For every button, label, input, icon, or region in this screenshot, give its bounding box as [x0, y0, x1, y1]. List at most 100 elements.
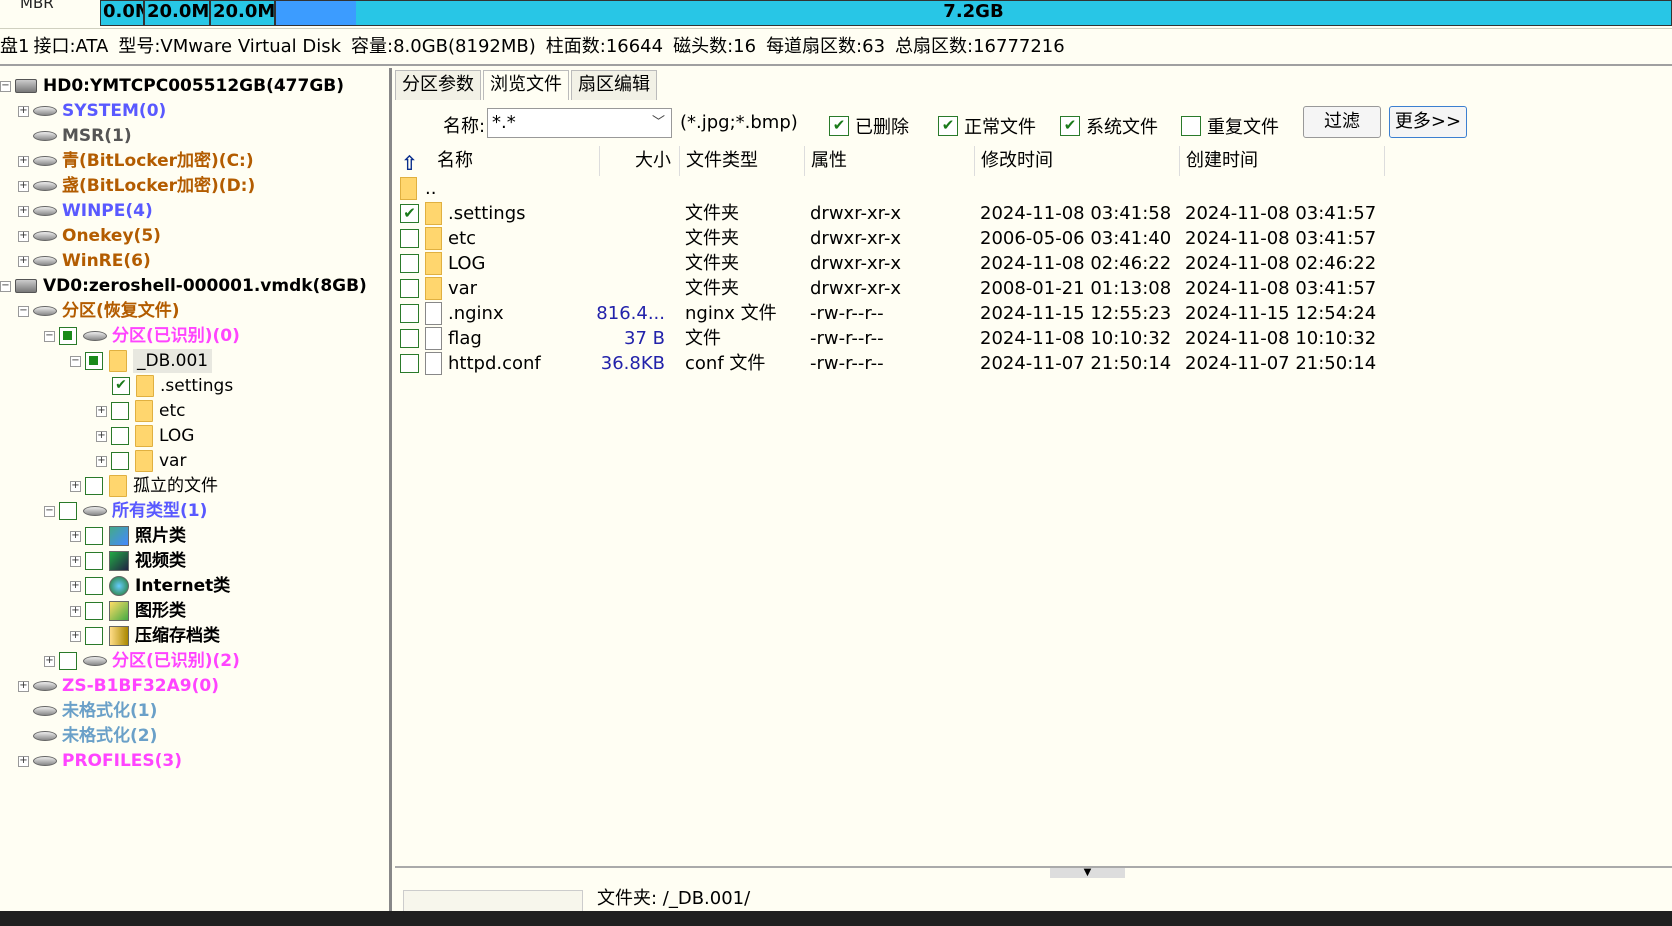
file-checkbox[interactable] — [400, 354, 419, 373]
expand-icon[interactable]: + — [18, 680, 29, 692]
expand-icon[interactable]: + — [96, 405, 107, 417]
expand-icon[interactable]: + — [96, 430, 107, 442]
expand-icon[interactable]: + — [70, 630, 81, 642]
splitter-handle[interactable]: ▼ — [1050, 868, 1125, 878]
expand-icon[interactable]: + — [18, 155, 29, 167]
expand-icon[interactable]: + — [18, 755, 29, 767]
file-row[interactable]: LOG 文件夹 drwxr-xr-x 2024-11-08 02:46:22 2024-… — [395, 251, 1672, 276]
file-row[interactable]: var 文件夹 drwxr-xr-x 2008-01-21 01:13:08 2024-… — [395, 276, 1672, 301]
file-checkbox[interactable] — [400, 329, 419, 348]
tree-hd0[interactable]: − HD0:YMTCPC005512GB(477GB) — [0, 74, 344, 98]
tree-unformatted-2[interactable]: 未格式化(2) — [33, 724, 157, 748]
tree-unformatted-1[interactable]: 未格式化(1) — [33, 699, 157, 723]
col-name[interactable]: 名称 — [435, 146, 600, 176]
expand-icon[interactable]: + — [18, 255, 29, 267]
name-filter-input[interactable]: *.* ﹀ — [487, 108, 672, 138]
expand-icon[interactable]: + — [70, 605, 81, 617]
tree-checkbox[interactable] — [59, 652, 77, 670]
collapse-icon[interactable]: − — [0, 80, 11, 92]
file-checkbox[interactable] — [400, 254, 419, 273]
tree-checkbox[interactable] — [85, 577, 103, 595]
file-checkbox[interactable] — [400, 304, 419, 323]
tree-checkbox[interactable]: ✔ — [112, 377, 130, 395]
tree-checkbox[interactable] — [85, 627, 103, 645]
file-checkbox[interactable] — [400, 279, 419, 298]
expand-icon[interactable]: + — [70, 530, 81, 542]
more-button[interactable]: 更多>> — [1389, 106, 1467, 138]
file-row[interactable]: etc 文件夹 drwxr-xr-x 2006-05-06 03:41:40 2024-… — [395, 226, 1672, 251]
tree-checkbox[interactable] — [111, 402, 129, 420]
tree-part-onekey[interactable]: + Onekey(5) — [18, 224, 161, 248]
file-checkbox[interactable]: ✔ — [400, 204, 419, 223]
file-row[interactable]: .nginx 816.4... nginx 文件 -rw-r--r-- 2024-11-… — [395, 301, 1672, 326]
collapse-icon[interactable]: − — [44, 505, 55, 517]
tree-checkbox[interactable] — [85, 602, 103, 620]
expand-icon[interactable]: + — [44, 655, 55, 667]
tree-part-winpe[interactable]: + WINPE(4) — [18, 199, 153, 223]
tree-checkbox[interactable] — [59, 502, 77, 520]
tree-part-msr[interactable]: MSR(1) — [33, 124, 132, 148]
tree-recognized-2[interactable]: + 分区(已识别)(2) — [44, 649, 240, 673]
tree-checkbox[interactable] — [85, 552, 103, 570]
expand-icon[interactable]: + — [18, 180, 29, 192]
file-row[interactable]: flag 37 B 文件 -rw-r--r-- 2024-11-08 10:10:32 2… — [395, 326, 1672, 351]
tree-part-winre[interactable]: + WinRE(6) — [18, 249, 151, 273]
tree-checkbox[interactable] — [111, 427, 129, 445]
partition-seg-2[interactable]: 20.0MI — [144, 0, 210, 26]
expand-icon[interactable]: + — [70, 555, 81, 567]
parent-dir-row[interactable]: .. — [395, 176, 1672, 201]
tree-type-graphics[interactable]: + 图形类 — [70, 599, 186, 623]
system-files-checkbox[interactable]: ✔ 系统文件 — [1060, 113, 1158, 139]
col-type[interactable]: 文件类型 — [680, 146, 805, 176]
collapse-icon[interactable]: − — [44, 330, 55, 342]
file-row[interactable]: httpd.conf 36.8KB conf 文件 -rw-r--r-- 2024-11… — [395, 351, 1672, 376]
tree-log[interactable]: + LOG — [96, 424, 194, 448]
expand-icon[interactable]: + — [18, 105, 29, 117]
partition-seg-main[interactable]: 7.2GB — [275, 0, 1672, 26]
collapse-icon[interactable]: − — [0, 280, 11, 292]
tree-checkbox[interactable] — [85, 527, 103, 545]
tree-checkbox[interactable] — [85, 477, 103, 495]
col-created[interactable]: 创建时间 — [1180, 146, 1385, 176]
tree-part-c[interactable]: + 青(BitLocker加密)(C:) — [18, 149, 254, 173]
file-checkbox[interactable] — [400, 229, 419, 248]
expand-icon[interactable]: + — [18, 230, 29, 242]
col-size[interactable]: 大小 — [600, 146, 680, 176]
tree-vd0[interactable]: − VD0:zeroshell-000001.vmdk(8GB) — [0, 274, 367, 298]
collapse-icon[interactable]: − — [70, 355, 81, 367]
collapse-icon[interactable]: − — [18, 305, 29, 317]
tab-partition-params[interactable]: 分区参数 — [395, 70, 481, 100]
tree-checkbox[interactable] — [111, 452, 129, 470]
expand-icon[interactable]: + — [18, 205, 29, 217]
deleted-checkbox[interactable]: ✔ 已删除 — [829, 113, 909, 139]
tree-orphan-files[interactable]: + 孤立的文件 — [70, 474, 218, 498]
tree-recover-partition[interactable]: − 分区(恢复文件) — [18, 299, 180, 323]
tree-var[interactable]: + var — [96, 449, 186, 473]
tree-db001[interactable]: − _DB.001 — [70, 349, 213, 373]
tree-type-photo[interactable]: + 照片类 — [70, 524, 186, 548]
expand-icon[interactable]: + — [70, 480, 81, 492]
tree-type-video[interactable]: + 视频类 — [70, 549, 186, 573]
tree-recognized-0[interactable]: − 分区(已识别)(0) — [44, 324, 240, 348]
tree-settings[interactable]: ✔ .settings — [112, 374, 233, 398]
tree-checkbox[interactable] — [85, 352, 103, 370]
tab-browse-files[interactable]: 浏览文件 — [483, 70, 569, 100]
expand-icon[interactable]: + — [70, 580, 81, 592]
file-row[interactable]: ✔ .settings 文件夹 drwxr-xr-x 2024-11-08 03:41:… — [395, 201, 1672, 226]
partition-seg-3[interactable]: 20.0MI — [210, 0, 275, 26]
normal-files-checkbox[interactable]: ✔ 正常文件 — [938, 113, 1036, 139]
up-arrow-icon[interactable]: ⇧ — [401, 148, 418, 178]
duplicate-files-checkbox[interactable]: 重复文件 — [1181, 113, 1279, 139]
tree-all-types[interactable]: − 所有类型(1) — [44, 499, 207, 523]
tree-part-system[interactable]: + SYSTEM(0) — [18, 99, 166, 123]
tree-part-d[interactable]: + 盏(BitLocker加密)(D:) — [18, 174, 255, 198]
expand-icon[interactable]: + — [96, 455, 107, 467]
tree-etc[interactable]: + etc — [96, 399, 185, 423]
tree-part-profiles[interactable]: + PROFILES(3) — [18, 749, 182, 773]
filter-button[interactable]: 过滤 — [1303, 106, 1381, 138]
col-attributes[interactable]: 属性 — [805, 146, 975, 176]
chevron-down-icon[interactable]: ﹀ — [652, 109, 665, 137]
tree-checkbox[interactable] — [59, 327, 77, 345]
tab-sector-edit[interactable]: 扇区编辑 — [571, 70, 657, 100]
tree-part-zs[interactable]: + ZS-B1BF32A9(0) — [18, 674, 219, 698]
